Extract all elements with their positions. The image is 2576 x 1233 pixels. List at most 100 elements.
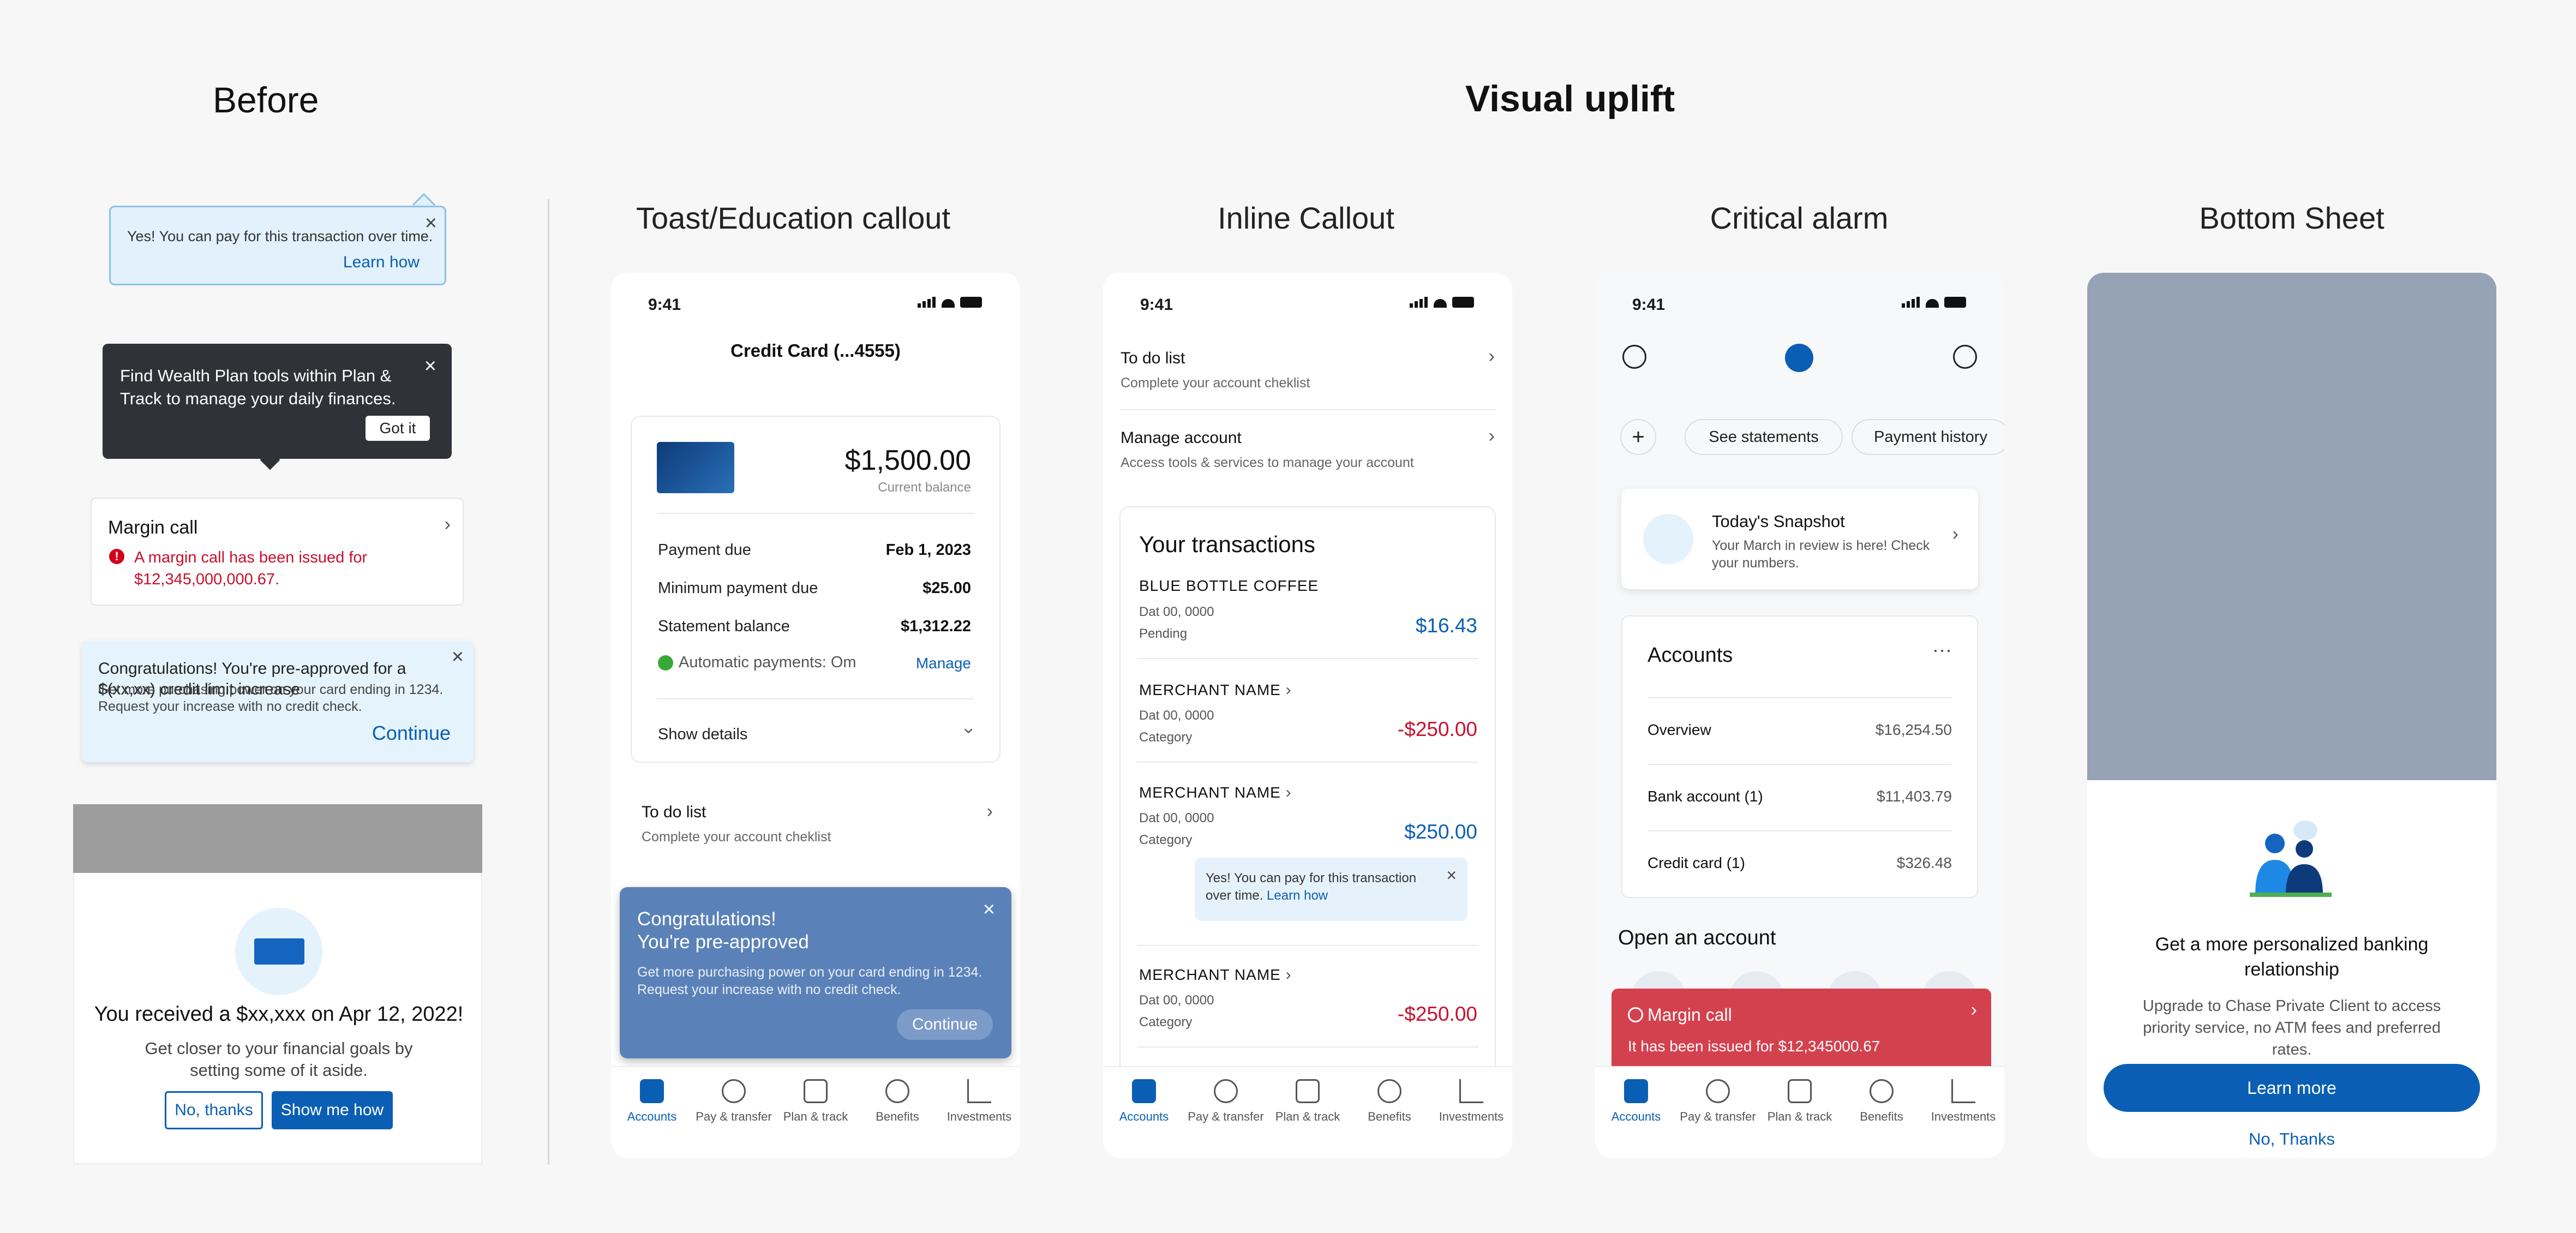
transaction-name[interactable]: BLUE BOTTLE COFFEE — [1139, 577, 1319, 595]
close-icon[interactable]: × — [983, 899, 995, 920]
accounts-card: Accounts ··· Overview $16,254.50 Bank ac… — [1621, 615, 1978, 898]
column-title-toast: Toast/Education callout — [636, 201, 950, 235]
manage-account-subtitle: Access tools & services to manage your a… — [1121, 455, 1414, 470]
nav-accounts[interactable]: Accounts — [1103, 1079, 1185, 1124]
transaction-amount: -$250.00 — [1397, 1003, 1477, 1025]
transaction-name[interactable]: MERCHANT NAME › — [1139, 783, 1292, 802]
manage-account-title[interactable]: Manage account — [1121, 429, 1242, 447]
todo-subtitle: Complete your account cheklist — [1121, 375, 1310, 391]
learn-how-link[interactable]: Learn how — [343, 253, 420, 272]
chevron-right-icon: › — [1285, 783, 1292, 801]
todo-title[interactable]: To do list — [1121, 349, 1185, 368]
chat-icon[interactable] — [1622, 345, 1646, 369]
chart-icon — [1951, 1079, 1975, 1103]
divider — [1137, 762, 1478, 763]
transactions-heading: Your transactions — [1139, 531, 1315, 557]
status-time: 9:41 — [1140, 296, 1173, 314]
inline-callout: Yes! You can pay for this transaction ov… — [1195, 858, 1467, 921]
close-icon[interactable]: × — [424, 356, 436, 376]
nav-pay-transfer[interactable]: Pay & transfer — [693, 1079, 775, 1124]
no-thanks-link[interactable]: No, Thanks — [2087, 1129, 2496, 1149]
account-label[interactable]: Credit card (1) — [1648, 854, 1745, 872]
transaction-name[interactable]: MERCHANT NAME › — [1139, 681, 1292, 699]
page-title: Credit Card (...4555) — [730, 340, 901, 361]
nav-investments[interactable]: Investments — [938, 1079, 1020, 1124]
nav-pay-transfer[interactable]: Pay & transfer — [1185, 1079, 1267, 1124]
bottom-nav: Accounts Pay & transfer Plan & track Ben… — [1103, 1066, 1512, 1158]
inline-callout-text: Yes! You can pay for this transaction ov… — [1206, 871, 1417, 903]
show-me-how-button[interactable]: Show me how — [272, 1091, 393, 1129]
continue-button[interactable]: Continue — [897, 1009, 993, 1040]
visual-uplift-heading: Visual uplift — [1465, 78, 1675, 119]
got-it-button[interactable]: Got it — [366, 416, 430, 441]
status-time: 9:41 — [648, 296, 681, 314]
nav-plan-track[interactable]: Plan & track — [775, 1079, 856, 1124]
account-label[interactable]: Overview — [1648, 721, 1711, 739]
chevron-right-icon[interactable]: › — [1489, 346, 1495, 367]
divider — [1648, 830, 1952, 831]
no-thanks-button[interactable]: No, thanks — [165, 1091, 263, 1129]
dimmed-background[interactable] — [2087, 273, 2496, 780]
chevron-right-icon: › — [1285, 681, 1292, 699]
chevron-right-icon[interactable]: › — [987, 801, 993, 822]
battery-icon — [960, 297, 982, 308]
nav-benefits[interactable]: Benefits — [856, 1079, 938, 1124]
row-value: $1,312.22 — [900, 618, 971, 635]
nav-benefits[interactable]: Benefits — [1841, 1079, 1922, 1124]
chevron-right-icon: › — [1970, 999, 1977, 1020]
transaction-meta: Category — [1139, 730, 1193, 745]
plan-track-icon — [1296, 1079, 1320, 1103]
transaction-amount: $16.43 — [1415, 614, 1477, 637]
chase-logo-icon — [1785, 344, 1813, 372]
credit-card-image — [657, 442, 734, 493]
todays-snapshot-card[interactable]: Today's Snapshot Your March in review is… — [1621, 489, 1978, 589]
todo-title[interactable]: To do list — [642, 803, 706, 822]
critical-alarm-banner[interactable]: Margin call It has been issued for $12,3… — [1612, 989, 1991, 1074]
chevron-down-icon[interactable]: › — [958, 728, 980, 734]
add-button[interactable]: + — [1620, 419, 1656, 455]
transaction-amount: -$250.00 — [1397, 718, 1477, 740]
close-icon[interactable]: × — [425, 213, 437, 234]
learn-more-button[interactable]: Learn more — [2104, 1064, 2480, 1112]
nav-plan-track[interactable]: Plan & track — [1267, 1079, 1349, 1124]
see-statements-button[interactable]: See statements — [1685, 419, 1843, 455]
sheet-subtitle: Upgrade to Chase Private Client to acces… — [2142, 997, 2441, 1058]
profile-icon[interactable] — [1953, 345, 1977, 369]
account-value: $16,254.50 — [1875, 721, 1952, 738]
nav-accounts[interactable]: Accounts — [1595, 1079, 1677, 1124]
column-title-bottom-sheet: Bottom Sheet — [2199, 201, 2385, 235]
star-icon — [885, 1079, 909, 1103]
manage-link[interactable]: Manage — [916, 655, 971, 672]
transaction-amount: $250.00 — [1404, 821, 1477, 843]
account-label[interactable]: Bank account (1) — [1648, 788, 1763, 805]
chevron-right-icon[interactable]: › — [1489, 426, 1495, 447]
more-options-icon[interactable]: ··· — [1932, 638, 1952, 661]
before-tooltip-light: Yes! You can pay for this transaction ov… — [109, 206, 446, 285]
promo-body: Get more purchasing power on your card e… — [98, 682, 444, 714]
chart-icon — [967, 1079, 991, 1103]
nav-accounts[interactable]: Accounts — [611, 1079, 693, 1124]
status-dot-icon — [658, 655, 673, 671]
todo-subtitle: Complete your account cheklist — [642, 829, 831, 845]
divider — [1648, 697, 1952, 698]
before-margin-call-card[interactable]: Margin call › ! A margin call has been i… — [91, 498, 464, 606]
nav-benefits[interactable]: Benefits — [1349, 1079, 1430, 1124]
payment-history-button[interactable]: Payment history — [1852, 419, 2004, 455]
learn-how-link[interactable]: Learn how — [1267, 888, 1328, 903]
close-icon[interactable]: × — [1446, 866, 1457, 884]
chevron-right-icon: › — [1285, 966, 1292, 984]
nav-pay-transfer[interactable]: Pay & transfer — [1677, 1079, 1759, 1124]
continue-link[interactable]: Continue — [372, 722, 451, 745]
modal-subtitle: Get closer to your financial goals by se… — [145, 1039, 413, 1080]
nav-plan-track[interactable]: Plan & track — [1759, 1079, 1841, 1124]
status-time: 9:41 — [1632, 296, 1666, 314]
before-tooltip-dark: Find Wealth Plan tools within Plan & Tra… — [103, 344, 452, 459]
nav-investments[interactable]: Investments — [1430, 1079, 1512, 1124]
transaction-name[interactable]: MERCHANT NAME › — [1139, 966, 1292, 984]
error-icon: ! — [109, 549, 124, 564]
close-icon[interactable]: × — [452, 647, 464, 667]
phone-inline-callout: 9:41 To do list Complete your account ch… — [1103, 273, 1512, 1158]
show-details-toggle[interactable]: Show details — [658, 726, 747, 744]
toast-callout: Congratulations! You're pre-approved × Ge… — [620, 887, 1011, 1058]
nav-investments[interactable]: Investments — [1922, 1079, 2004, 1124]
